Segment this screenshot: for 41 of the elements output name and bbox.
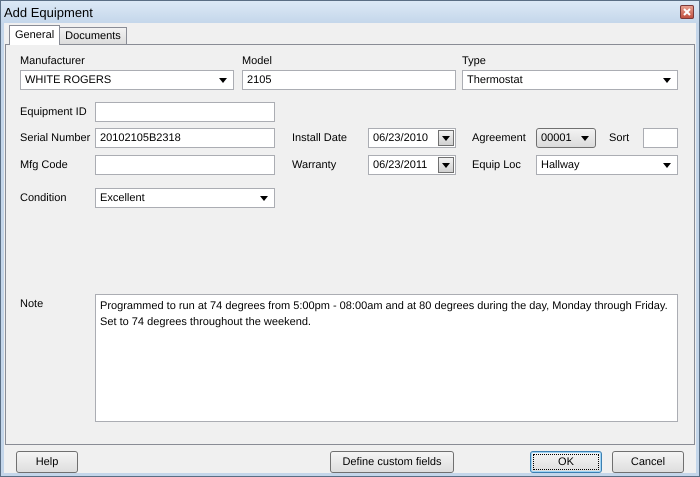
- field-label: Type: [462, 55, 487, 67]
- caret-icon: [663, 78, 671, 82]
- caret-icon: [663, 162, 671, 168]
- text-field[interactable]: 20102105B2318: [95, 128, 275, 148]
- date-picker[interactable]: 06/23/2011: [368, 155, 456, 175]
- dialog-button[interactable]: Cancel: [612, 451, 684, 473]
- text-field[interactable]: 2105: [242, 70, 456, 90]
- caret-icon: [442, 136, 450, 140]
- text-field[interactable]: [95, 155, 275, 175]
- dialog-button[interactable]: Help: [16, 451, 78, 473]
- dropdown[interactable]: Hallway: [536, 155, 678, 175]
- sort-field[interactable]: [643, 128, 678, 148]
- dialog-button[interactable]: Define custom fields: [330, 451, 454, 473]
- caret-icon: [219, 78, 227, 82]
- field-label: Sort: [609, 132, 630, 144]
- date-picker[interactable]: 06/23/2010: [368, 128, 456, 148]
- dialog-button[interactable]: OK: [530, 451, 602, 473]
- dropdown[interactable]: Excellent: [95, 188, 275, 208]
- field-label: Mfg Code: [20, 159, 69, 171]
- dropdown[interactable]: WHITE ROGERS: [20, 70, 234, 90]
- caret-icon: [260, 196, 268, 200]
- field-label: Agreement: [472, 132, 527, 144]
- close-button[interactable]: [680, 5, 694, 19]
- dropdown[interactable]: Thermostat: [462, 70, 678, 90]
- field-label: Model: [242, 55, 273, 67]
- field-label: Install Date: [292, 132, 348, 144]
- tab[interactable]: General: [9, 25, 60, 45]
- caret-icon: [581, 136, 589, 140]
- field-label: Warranty: [292, 159, 338, 171]
- field-label: Serial Number: [20, 132, 92, 144]
- dropdown[interactable]: 00001: [536, 128, 596, 148]
- field-label: Note: [20, 298, 44, 310]
- field-label: Manufacturer: [20, 55, 86, 67]
- field-label: Condition: [20, 192, 68, 204]
- text-field[interactable]: [95, 102, 275, 122]
- caret-icon: [442, 162, 450, 168]
- field-label: Equipment ID: [20, 106, 88, 118]
- field-label: Equip Loc: [472, 159, 522, 171]
- tab[interactable]: Documents: [59, 27, 127, 44]
- window-title: Add Equipment: [4, 4, 93, 20]
- note-field[interactable]: Programmed to run at 74 degrees from 5:00pm - 08:00am and at 80 degrees during the day, Monday through Friday. Set to 74 degrees throughout the weekend.: [95, 294, 678, 422]
